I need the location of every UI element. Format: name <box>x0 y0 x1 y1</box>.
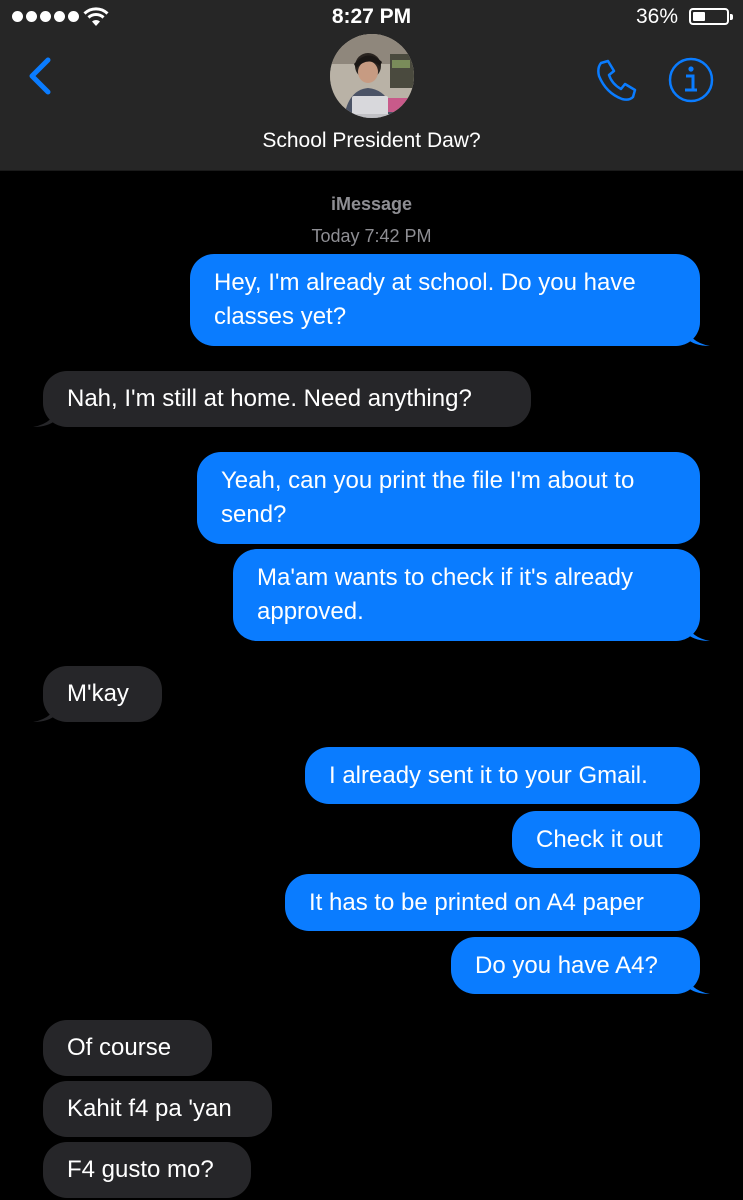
bubble-tail <box>686 619 710 641</box>
timestamp-day: Today <box>311 226 360 246</box>
message-bubble-received[interactable]: Kahit f4 pa 'yan <box>43 1081 272 1137</box>
status-time: 8:27 PM <box>331 5 412 28</box>
contact-avatar[interactable] <box>330 34 414 118</box>
message-text: Hey, I'm already at school. Do you have … <box>214 269 636 330</box>
battery-percentage: 36% <box>635 5 678 28</box>
message-text: Nah, I'm still at home. Need anything? <box>67 385 472 412</box>
phone-icon <box>597 59 637 101</box>
info-button[interactable] <box>667 56 715 104</box>
message-bubble-sent[interactable]: It has to be printed on A4 paper <box>285 874 700 931</box>
message-text: F4 gusto mo? <box>67 1156 214 1183</box>
message-text: It has to be printed on A4 paper <box>309 888 644 916</box>
bubble-tail <box>33 405 57 427</box>
message-bubble-sent[interactable]: Check it out <box>512 811 700 868</box>
message-bubble-sent[interactable]: Do you have A4? <box>451 937 710 994</box>
message-text: Do you have A4? <box>475 951 658 979</box>
bubble-tail <box>33 700 57 722</box>
bubble-tail <box>686 972 710 994</box>
back-button[interactable] <box>22 54 62 102</box>
message-bubble-received[interactable]: F4 gusto mo? <box>43 1142 251 1198</box>
service-label: iMessage <box>330 194 413 214</box>
message-text: Check it out <box>536 825 663 853</box>
conversation-header: School President Daw? <box>0 34 743 171</box>
message-bubble-sent[interactable]: Hey, I'm already at school. Do you have … <box>190 254 710 346</box>
message-text: Ma'am wants to check if it's already app… <box>257 564 633 625</box>
message-text: M'kay <box>67 680 129 707</box>
message-text: I already sent it to your Gmail. <box>329 761 648 789</box>
message-bubble-sent[interactable]: Ma'am wants to check if it's already app… <box>233 549 710 641</box>
bubble-tail <box>686 324 710 346</box>
timestamp-time: 7:42 PM <box>364 226 432 246</box>
message-bubble-received[interactable]: Nah, I'm still at home. Need anything? <box>33 371 531 427</box>
status-bar: 8:27 PM 36% <box>0 0 743 34</box>
message-text: Of course <box>67 1034 172 1061</box>
avatar-photo <box>330 34 414 118</box>
message-text: Kahit f4 pa 'yan <box>67 1095 232 1122</box>
message-bubble-received[interactable]: M'kay <box>33 666 162 722</box>
contact-name[interactable]: School President Daw? <box>0 129 743 153</box>
message-text: Yeah, can you print the file I'm about t… <box>221 467 635 528</box>
chevron-left-icon <box>29 57 51 95</box>
message-bubble-sent[interactable]: Yeah, can you print the file I'm about t… <box>197 452 700 544</box>
message-bubble-received[interactable]: Of course <box>43 1020 212 1076</box>
thread-timestamp: Today 7:42 PM <box>0 226 743 247</box>
battery-icon <box>689 8 733 25</box>
message-bubble-sent[interactable]: I already sent it to your Gmail. <box>305 747 700 804</box>
info-icon <box>668 57 714 103</box>
call-button[interactable] <box>592 56 640 104</box>
